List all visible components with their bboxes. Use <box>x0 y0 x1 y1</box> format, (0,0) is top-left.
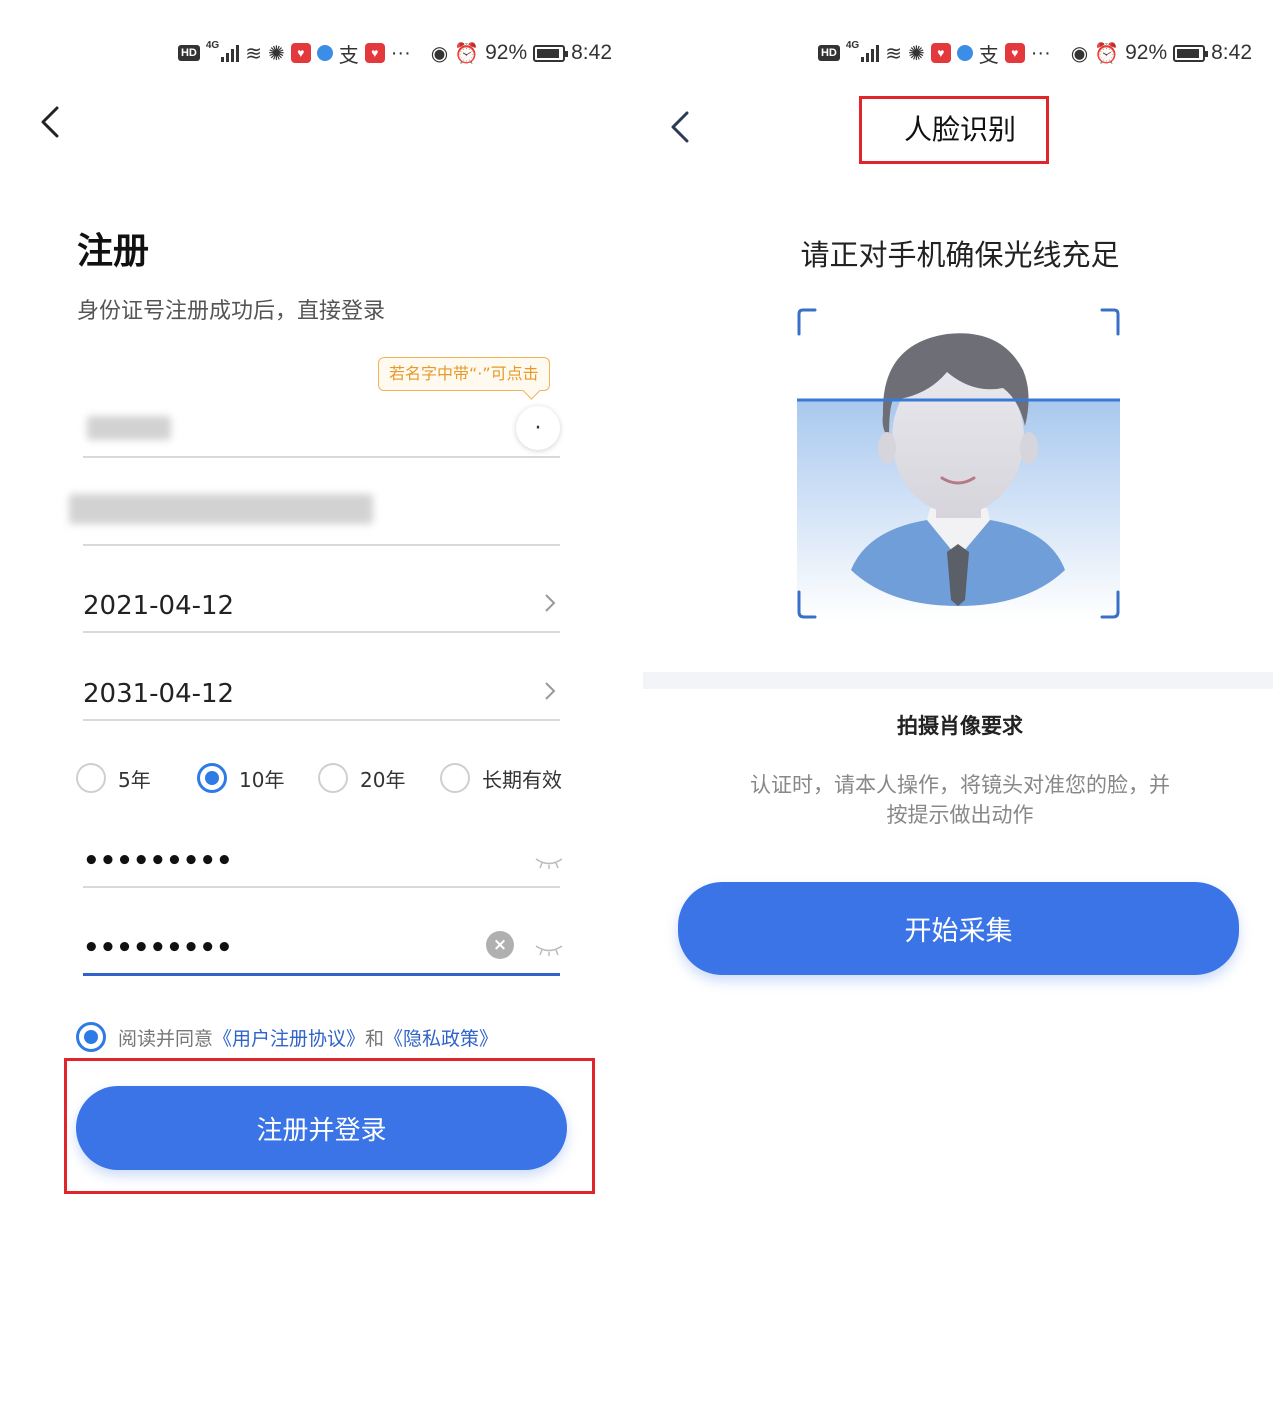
register-login-button[interactable]: 注册并登录 <box>76 1086 567 1170</box>
back-button[interactable] <box>30 100 70 144</box>
eye-comfort-icon: ◉ <box>1070 42 1089 65</box>
battery-icon <box>1173 44 1209 62</box>
eye-closed-icon[interactable] <box>534 943 564 957</box>
status-bar: HD 4G ≋ ✺ ♥ 支 ♥ ··· ◉ ⏰ 92% 8:42 <box>817 36 1252 70</box>
chevron-left-icon <box>41 106 59 138</box>
redacted-id-number <box>69 494 373 524</box>
confirm-password-field[interactable]: ••••••••• × <box>83 916 563 976</box>
radio-label: 20年 <box>360 767 406 792</box>
network-type: 4G <box>205 40 220 51</box>
name-dot-tooltip: 若名字中带“·”可点击 <box>378 357 550 391</box>
redacted-name <box>87 416 171 440</box>
clock: 8:42 <box>571 41 612 64</box>
clock: 8:42 <box>1211 41 1252 64</box>
radio-circle <box>318 763 348 793</box>
app-notification-icon: ♥ <box>290 43 311 63</box>
chevron-right-icon <box>545 682 556 700</box>
radio-label: 10年 <box>239 767 285 792</box>
agree-checkbox[interactable] <box>76 1022 106 1052</box>
section-divider <box>643 672 1273 689</box>
requirements-title: 拍摄肖像要求 <box>897 714 1023 738</box>
radio-circle-selected <box>197 763 227 793</box>
clear-input-button[interactable]: × <box>486 931 514 959</box>
radio-permanent[interactable]: 长期有效 <box>440 758 562 798</box>
id-number-field[interactable] <box>69 486 560 546</box>
browser-notification-icon <box>956 45 973 61</box>
radio-20-years[interactable]: 20年 <box>318 758 405 798</box>
radio-5-years[interactable]: 5年 <box>76 758 151 798</box>
signal-icon <box>861 44 880 62</box>
password-field[interactable]: ••••••••• <box>83 828 563 888</box>
face-instruction: 请正对手机确保光线充足 <box>800 238 1120 272</box>
app-notification-icon-2: ♥ <box>1004 43 1025 63</box>
agreement-row: 阅读并同意 《用户注册协议》 和 《隐私政策》 <box>76 1020 498 1054</box>
radio-label: 5年 <box>118 767 151 792</box>
radio-circle <box>76 763 106 793</box>
face-scan-frame <box>797 308 1120 620</box>
page-title: 注册 <box>77 231 150 272</box>
start-date-value: 2021-04-12 <box>83 591 235 621</box>
agree-mid: 和 <box>365 1027 385 1050</box>
radio-circle <box>440 763 470 793</box>
battery-percent: 92% <box>485 41 528 64</box>
register-screen: HD 4G ≋ ✺ ♥ 支 ♥ ··· ◉ ⏰ 92% 8:42 注册 身份证号… <box>0 0 640 1414</box>
app-notification-icon-2: ♥ <box>364 43 385 63</box>
radio-label: 长期有效 <box>482 767 562 792</box>
id-end-date-field[interactable]: 2031-04-12 <box>83 661 560 721</box>
hd-icon: HD <box>177 45 200 61</box>
battery-icon <box>533 44 569 62</box>
alipay-notification-icon: 支 <box>978 44 999 67</box>
eye-comfort-icon: ◉ <box>430 42 449 65</box>
more-notifications-icon: ··· <box>390 41 411 64</box>
agree-prefix: 阅读并同意 <box>118 1027 214 1050</box>
wifi-icon: ≋ <box>245 42 262 65</box>
id-start-date-field[interactable]: 2021-04-12 <box>83 573 560 633</box>
insert-dot-button[interactable]: · <box>516 406 560 450</box>
hd-icon: HD <box>817 45 840 61</box>
requirements-description: 认证时，请本人操作，将镜头对准您的脸，并按提示做出动作 <box>750 773 1170 827</box>
alipay-notification-icon: 支 <box>338 44 359 67</box>
battery-percent: 92% <box>1125 41 1168 64</box>
confirm-password-value: ••••••••• <box>83 933 233 963</box>
more-notifications-icon: ··· <box>1030 41 1051 64</box>
user-agreement-link[interactable]: 《用户注册协议》 <box>213 1024 365 1051</box>
eye-closed-icon[interactable] <box>534 856 564 870</box>
face-recognition-screen: HD 4G ≋ ✺ ♥ 支 ♥ ··· ◉ ⏰ 92% 8:42 人脸识别 请正… <box>640 0 1280 1414</box>
highlight-box <box>859 96 1049 164</box>
status-bar: HD 4G ≋ ✺ ♥ 支 ♥ ··· ◉ ⏰ 92% 8:42 <box>177 36 612 70</box>
validity-period-radio-group: 5年 10年 20年 长期有效 <box>76 758 576 798</box>
chevron-right-icon <box>545 594 556 612</box>
alarm-icon: ⏰ <box>1094 42 1120 65</box>
sync-icon: ✺ <box>267 42 285 65</box>
start-capture-button[interactable]: 开始采集 <box>678 882 1239 975</box>
signal-icon <box>221 44 240 62</box>
app-notification-icon: ♥ <box>930 43 951 63</box>
radio-10-years[interactable]: 10年 <box>197 758 284 798</box>
page-subtitle: 身份证号注册成功后，直接登录 <box>77 299 386 324</box>
name-field[interactable]: · <box>83 398 560 458</box>
sync-icon: ✺ <box>907 42 925 65</box>
privacy-policy-link[interactable]: 《隐私政策》 <box>384 1024 498 1051</box>
network-type: 4G <box>845 40 860 51</box>
wifi-icon: ≋ <box>885 42 902 65</box>
password-value: ••••••••• <box>83 846 233 876</box>
end-date-value: 2031-04-12 <box>83 679 235 709</box>
alarm-icon: ⏰ <box>454 42 480 65</box>
browser-notification-icon <box>316 45 333 61</box>
